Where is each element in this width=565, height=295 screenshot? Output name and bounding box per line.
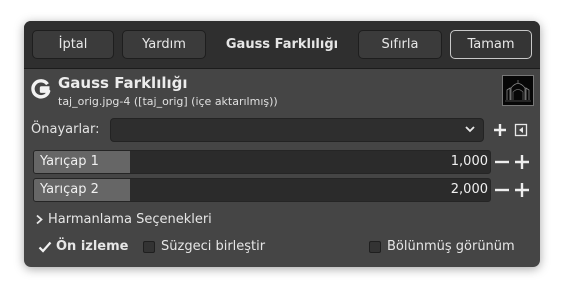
radius2-value: 2,000	[450, 182, 488, 197]
checkmark-icon	[38, 241, 52, 253]
merge-filter-label: Süzgeci birleştir	[161, 239, 266, 254]
preview-label: Ön izleme	[56, 239, 129, 254]
split-view-label: Bölünmüş görünüm	[387, 239, 515, 254]
image-thumbnail	[502, 75, 534, 106]
cancel-button[interactable]: İptal	[32, 30, 114, 59]
radius1-label: Yarıçap 1	[40, 154, 99, 169]
ok-button[interactable]: Tamam	[450, 30, 532, 59]
split-view-checkbox[interactable]: Bölünmüş görünüm	[369, 239, 515, 254]
plus-icon	[494, 124, 506, 136]
radius2-label: Yarıçap 2	[40, 182, 99, 197]
gegl-icon	[31, 79, 51, 99]
dialog-header: İptal Yardım Gauss Farklılığı Sıfırla Ta…	[24, 21, 540, 69]
checkbox-box	[143, 240, 155, 253]
gauss-difference-dialog: İptal Yardım Gauss Farklılığı Sıfırla Ta…	[24, 21, 540, 267]
dialog-title: Gauss Farklılığı	[225, 37, 339, 52]
radius1-value: 1,000	[450, 154, 488, 169]
operation-subtitle: taj_orig.jpg-4 ([taj_orig] (içe aktarılm…	[58, 95, 278, 108]
presets-label: Önayarlar:	[31, 122, 100, 137]
radius2-increase-button[interactable]	[514, 182, 530, 198]
radius1-slider[interactable]: Yarıçap 1 1,000	[33, 150, 491, 174]
menu-left-arrow-icon	[514, 123, 528, 137]
presets-combo[interactable]	[110, 118, 484, 142]
reset-button[interactable]: Sıfırla	[358, 30, 442, 59]
radius1-decrease-button[interactable]	[494, 154, 510, 170]
chevron-right-icon	[36, 214, 43, 225]
blending-options-label: Harmanlama Seçenekleri	[48, 212, 212, 227]
chevron-down-icon	[465, 126, 475, 133]
radius1-increase-button[interactable]	[514, 154, 530, 170]
radius2-slider[interactable]: Yarıçap 2 2,000	[33, 178, 491, 202]
blending-options-expander[interactable]: Harmanlama Seçenekleri	[35, 212, 212, 227]
add-preset-button[interactable]	[492, 122, 508, 138]
preview-checkbox[interactable]: Ön izleme	[38, 239, 129, 254]
merge-filter-checkbox[interactable]: Süzgeci birleştir	[143, 239, 265, 254]
radius2-decrease-button[interactable]	[494, 182, 510, 198]
preset-menu-button[interactable]	[513, 122, 529, 138]
help-button[interactable]: Yardım	[122, 30, 206, 59]
checkbox-box	[369, 240, 381, 253]
operation-title: Gauss Farklılığı	[58, 74, 188, 92]
